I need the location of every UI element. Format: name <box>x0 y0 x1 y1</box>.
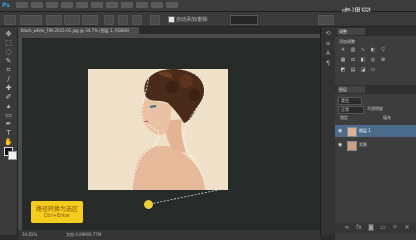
tools-panel: ✥ ⬚ ◌ ✎ ⌗ ∕ ✚ ✐ ▴ ▭ ✒ T ✋ <box>0 27 18 235</box>
path-alignment-button[interactable] <box>118 15 128 25</box>
paragraph-icon[interactable]: ¶ <box>324 61 332 67</box>
marquee-tool-icon[interactable]: ⬚ <box>4 40 13 47</box>
canvas-photo[interactable] <box>88 69 228 190</box>
pen-tool-icon[interactable]: ✒ <box>4 121 13 128</box>
black-white-icon[interactable]: ◧ <box>359 57 367 63</box>
threshold-icon[interactable]: ◪ <box>359 67 367 73</box>
path-operations-button[interactable] <box>104 15 114 25</box>
make-mask-button[interactable] <box>64 15 80 25</box>
delete-layer-icon[interactable]: ✕ <box>403 225 411 231</box>
history-icon[interactable]: ⟲ <box>324 31 332 37</box>
woman-portrait-image <box>88 69 228 190</box>
move-tool-icon[interactable]: ✥ <box>4 31 13 38</box>
gear-icon[interactable] <box>150 15 160 25</box>
lasso-tool-icon[interactable]: ◌ <box>4 49 13 56</box>
status-bar: 34.65% 文档:4.89M/9.77M <box>18 230 320 240</box>
layer-kind-filter[interactable]: 类型 <box>338 97 362 105</box>
zoom-level[interactable]: 34.65% <box>22 230 37 240</box>
background-color-swatch[interactable] <box>8 151 17 160</box>
shortcut-tooltip: 路径转换为选区 Ctrl+Enter <box>31 201 83 223</box>
layers-panel-footer: ∞ fx ◙ ▭ ＋ ✕ <box>335 223 416 233</box>
crop-tool-icon[interactable]: ⌗ <box>4 67 13 74</box>
layer-row-background[interactable]: ◉ 背景 <box>335 139 416 151</box>
layer-name: 图层 1 <box>359 128 371 133</box>
eye-icon[interactable]: ◉ <box>338 142 344 148</box>
opacity-label: 不透明度 <box>367 106 383 111</box>
layer-mask-icon[interactable]: ◙ <box>367 225 375 231</box>
posterize-icon[interactable]: ▤ <box>349 67 357 73</box>
menu-file[interactable] <box>16 2 28 8</box>
adjustments-title: 添加调整 <box>339 39 355 44</box>
tab-layers[interactable]: 图层 <box>337 86 365 93</box>
menu-filter[interactable] <box>106 2 118 8</box>
menu-help[interactable] <box>166 2 178 8</box>
layers-panel-header: 图层 <box>335 85 416 94</box>
menu-image[interactable] <box>46 2 58 8</box>
hand-tool-icon[interactable]: ✋ <box>4 139 13 146</box>
tooltip-shortcut: Ctrl+Enter <box>43 213 71 219</box>
cursor-highlight <box>144 200 153 209</box>
healing-brush-tool-icon[interactable]: ✚ <box>4 85 13 92</box>
invert-icon[interactable]: ◩ <box>339 67 347 73</box>
tool-mode-select[interactable] <box>20 15 42 25</box>
exposure-icon[interactable]: ◐ <box>369 47 377 53</box>
layer-thumbnail <box>347 127 357 137</box>
lock-label: 锁定 <box>340 115 348 120</box>
adjustments-panel-header: 调整 <box>335 27 416 36</box>
blend-mode-select[interactable]: 正常 <box>338 106 364 114</box>
layer-style-icon[interactable]: fx <box>355 225 363 231</box>
gradient-map-icon[interactable]: ▭ <box>369 67 377 73</box>
brush-tool-icon[interactable]: ✐ <box>4 94 13 101</box>
tab-adjustments[interactable]: 调整 <box>337 28 365 35</box>
layer-row-1[interactable]: ◉ 图层 1 <box>335 125 416 137</box>
hue-saturation-icon[interactable]: ▦ <box>339 57 347 63</box>
new-group-icon[interactable]: ▭ <box>379 225 387 231</box>
menu-3d[interactable] <box>121 2 133 8</box>
levels-icon[interactable]: ▥ <box>349 47 357 53</box>
color-balance-icon[interactable]: ⚖ <box>349 57 357 63</box>
channel-mixer-icon[interactable]: ⊕ <box>379 57 387 63</box>
photo-filter-icon[interactable]: ◎ <box>369 57 377 63</box>
brightness-contrast-icon[interactable]: ☀ <box>339 47 347 53</box>
menu-edit[interactable] <box>31 2 43 8</box>
new-layer-icon[interactable]: ＋ <box>391 225 399 231</box>
menu-type[interactable] <box>76 2 88 8</box>
link-layers-icon[interactable]: ∞ <box>343 225 351 231</box>
tooltip-title: 路径转换为选区 <box>35 206 78 213</box>
make-selection-button[interactable] <box>46 15 62 25</box>
photoshop-logo: Ps <box>2 2 10 9</box>
menu-view[interactable] <box>136 2 148 8</box>
quick-select-tool-icon[interactable]: ✎ <box>4 58 13 65</box>
path-segment-line <box>149 187 229 205</box>
vibrance-icon[interactable]: ▽ <box>379 47 387 53</box>
panel-dock: ⟲ ≡ A ¶ <box>320 27 335 235</box>
character-icon[interactable]: A <box>324 51 332 57</box>
auto-add-delete-label: 自动添加/删除 <box>176 17 208 23</box>
type-tool-icon[interactable]: T <box>4 130 13 137</box>
eraser-tool-icon[interactable]: ▭ <box>4 112 13 119</box>
menu-window[interactable] <box>151 2 163 8</box>
eye-icon[interactable]: ◉ <box>338 128 344 134</box>
layer-thumbnail <box>347 141 357 151</box>
document-tab[interactable]: black_white_FIN-2015-01.jpg @ 34.7% (图层 … <box>18 27 139 34</box>
menu-select[interactable] <box>91 2 103 8</box>
options-bar: 自动添加/删除 <box>0 12 416 27</box>
clone-stamp-tool-icon[interactable]: ▴ <box>4 103 13 110</box>
right-panel: 调整 添加调整 ☀ ▥ ∿ ◐ ▽ ▦ ⚖ ◧ ◎ ⊕ ◩ ▤ ◪ ▭ 图层 类… <box>335 27 416 240</box>
menu-layer[interactable] <box>61 2 73 8</box>
fill-label: 填充 <box>383 115 391 120</box>
layer-name: 背景 <box>359 142 367 147</box>
align-edges-field[interactable] <box>230 15 258 25</box>
pen-tool-preset-picker[interactable] <box>4 15 16 25</box>
document-size: 文档:4.89M/9.77M <box>66 232 102 237</box>
auto-add-delete-checkbox[interactable] <box>168 16 175 23</box>
eyedropper-tool-icon[interactable]: ∕ <box>4 76 13 83</box>
curves-icon[interactable]: ∿ <box>359 47 367 53</box>
path-arrangement-button[interactable] <box>132 15 142 25</box>
properties-icon[interactable]: ≡ <box>324 41 332 47</box>
make-shape-button[interactable] <box>82 15 98 25</box>
workspace-switcher[interactable] <box>318 15 334 25</box>
